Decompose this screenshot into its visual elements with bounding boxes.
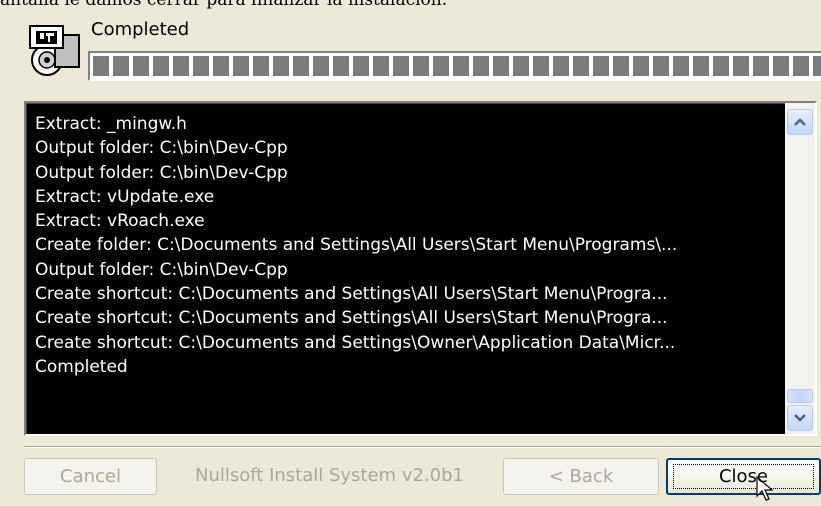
cancel-button[interactable]: Cancel [24, 458, 157, 495]
progress-bar-fill [93, 56, 821, 76]
arrow-down-icon [794, 414, 806, 422]
log-line: Output folder: C:\bin\Dev-Cpp [35, 162, 288, 183]
log-line: Create shortcut: C:\Documents and Settin… [35, 284, 668, 305]
back-button-label: < Back [548, 466, 614, 487]
log-line: Create shortcut: C:\Documents and Settin… [35, 308, 668, 329]
branding-text: Nullsoft Install System v2.0b1 [195, 465, 464, 486]
log-scrollbar[interactable] [785, 103, 815, 434]
progress-bar [88, 51, 821, 81]
scroll-down-button[interactable] [787, 405, 813, 431]
scroll-thumb[interactable] [787, 389, 813, 403]
log-line: Create shortcut: C:\Documents and Settin… [35, 332, 676, 353]
scroll-up-button[interactable] [787, 109, 813, 135]
close-button-label: Close [718, 466, 769, 487]
window-caption-partial: antalla le damos cerrar para finalizar l… [0, 0, 821, 9]
install-log[interactable]: Extract: _mingw.h Output folder: C:\bin\D… [24, 101, 817, 436]
close-button[interactable]: Close [666, 458, 821, 495]
footer-separator [24, 446, 821, 448]
log-line: Completed [35, 356, 128, 377]
status-text: Completed [91, 19, 190, 40]
log-line: Extract: vRoach.exe [35, 211, 205, 232]
log-line: Extract: vUpdate.exe [35, 186, 215, 207]
install-log-list: Extract: _mingw.h Output folder: C:\bin\D… [35, 112, 779, 379]
cancel-button-label: Cancel [60, 466, 121, 487]
installer-icon [25, 22, 83, 80]
install-log-inner: Extract: _mingw.h Output folder: C:\bin\D… [26, 103, 815, 434]
log-line: Extract: _mingw.h [35, 114, 187, 134]
log-line: Output folder: C:\bin\Dev-Cpp [35, 138, 288, 159]
back-button[interactable]: < Back [503, 458, 659, 495]
log-line: Output folder: C:\bin\Dev-Cpp [35, 259, 288, 280]
log-line: Create folder: C:\Documents and Settings… [35, 235, 678, 256]
arrow-up-icon [794, 118, 806, 126]
